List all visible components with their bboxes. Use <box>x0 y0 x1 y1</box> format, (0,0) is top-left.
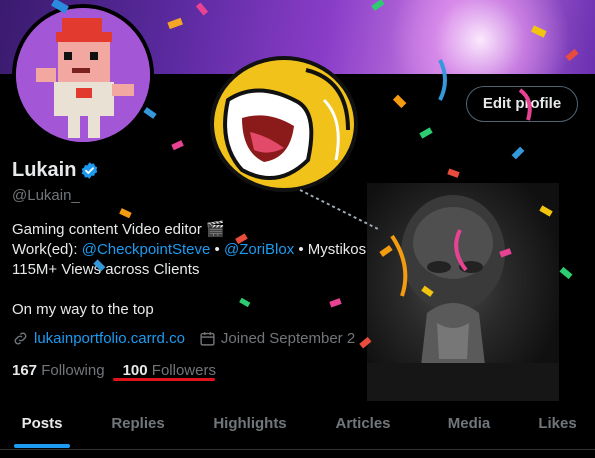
bio-work-prefix: Work(ed): <box>12 241 82 258</box>
bio-separator: • <box>210 241 224 258</box>
website-link[interactable]: lukainportfolio.carrd.co <box>34 330 185 347</box>
display-name: Lukain <box>12 159 77 181</box>
following-count: 167 <box>12 362 38 379</box>
handle: @Lukain_ <box>12 187 80 204</box>
following-label: Following <box>41 362 105 379</box>
pixel-character-avatar <box>16 8 150 142</box>
avatar[interactable] <box>12 4 154 146</box>
bio-line-3: 115M+ Views across Clients <box>12 261 200 278</box>
tab-replies[interactable]: Replies <box>84 404 192 450</box>
tab-likes[interactable]: Likes <box>520 404 595 450</box>
avatar-image <box>16 8 150 142</box>
overlay-photo <box>367 183 559 401</box>
followers-count: 100 <box>122 362 148 379</box>
red-underline-annotation <box>113 378 215 381</box>
joined-date: Joined September 2 <box>220 330 356 347</box>
tab-media[interactable]: Media <box>418 404 520 450</box>
bio-work-suffix: • Mystikos <box>294 241 367 258</box>
profile-tabs: Posts Replies Highlights Articles Media … <box>0 404 595 450</box>
bio-line-4: On my way to the top <box>12 301 154 318</box>
profile-meta-row: lukainportfolio.carrd.co Joined Septembe… <box>12 330 372 347</box>
website-meta: lukainportfolio.carrd.co <box>12 330 185 347</box>
follow-stats: 167 Following 100 Followers <box>12 362 216 379</box>
joined-meta: Joined September 2 <box>199 330 355 347</box>
profile-name-row: Lukain <box>12 159 99 182</box>
following-stat[interactable]: 167 Following <box>12 362 105 379</box>
verified-badge-icon[interactable] <box>80 161 99 180</box>
tab-highlights[interactable]: Highlights <box>192 404 308 450</box>
banner-light-burst <box>380 0 580 74</box>
followers-label: Followers <box>151 362 216 379</box>
screaming-emoji-sticker <box>210 56 358 192</box>
bio-line-1: Gaming content Video editor 🎬 <box>12 221 225 238</box>
praying-man-photo <box>367 195 559 401</box>
mention-link-checkpointsteve[interactable]: @CheckpointSteve <box>82 241 211 258</box>
tab-articles[interactable]: Articles <box>308 404 418 450</box>
calendar-icon <box>200 332 215 346</box>
tab-posts[interactable]: Posts <box>0 404 84 450</box>
edit-profile-button[interactable]: Edit profile <box>466 86 578 122</box>
followers-stat[interactable]: 100 Followers <box>123 362 216 379</box>
bio-line-2: Work(ed): @CheckpointSteve • @ZoriBlox •… <box>12 240 372 260</box>
link-icon <box>14 332 27 345</box>
mention-link-zoriblox[interactable]: @ZoriBlox <box>224 241 294 258</box>
bio: Gaming content Video editor 🎬 Work(ed): … <box>12 220 372 320</box>
